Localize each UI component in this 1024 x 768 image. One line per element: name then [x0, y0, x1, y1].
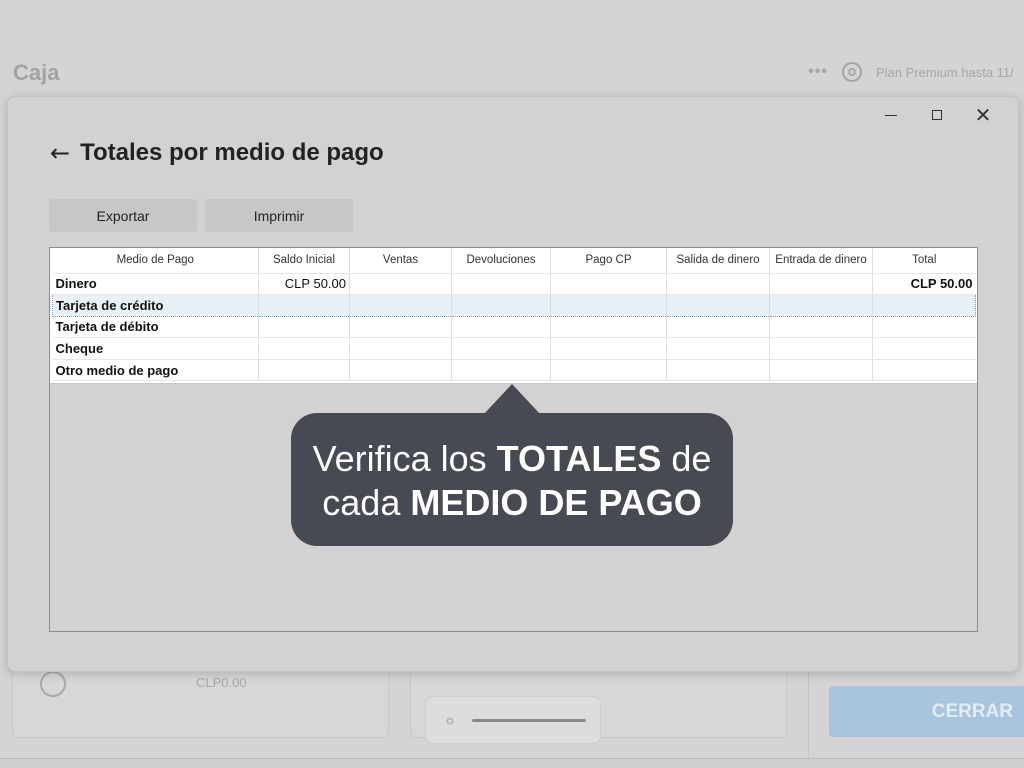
- maximize-button[interactable]: [914, 101, 960, 129]
- help-lifebuoy-icon[interactable]: [842, 62, 862, 82]
- cash-in-cell: [769, 359, 873, 382]
- callout-emphasis: MEDIO DE PAGO: [410, 482, 702, 523]
- cash-out-cell: [666, 337, 770, 360]
- cash-out-cell: [666, 359, 770, 382]
- slider-track[interactable]: [472, 719, 586, 722]
- table-row[interactable]: Tarjeta de débito: [52, 316, 976, 339]
- close-window-button[interactable]: ✕: [960, 101, 1006, 129]
- totals-table: Medio de Pago Saldo Inicial Ventas Devol…: [52, 248, 976, 382]
- sales-cell: [349, 359, 452, 382]
- card-amount: CLP0.00: [196, 675, 247, 690]
- maximize-icon: [932, 110, 942, 120]
- sales-cell: [349, 316, 452, 339]
- close-register-button[interactable]: CERRAR: [829, 686, 1024, 737]
- column-header[interactable]: Saldo Inicial: [258, 248, 350, 274]
- minimize-icon: [885, 114, 897, 116]
- cp-payment-cell: [550, 337, 667, 360]
- coin-icon: [40, 671, 66, 697]
- column-header[interactable]: Pago CP: [550, 248, 667, 274]
- more-options-icon[interactable]: •••: [808, 63, 828, 81]
- initial-balance-cell: CLP 50.00: [258, 273, 350, 296]
- cash-out-cell: [666, 273, 770, 296]
- cp-payment-cell: [550, 316, 667, 339]
- cash-out-cell: [666, 294, 770, 317]
- close-icon: ✕: [974, 103, 992, 127]
- dialog-header: ← Totales por medio de pago: [50, 139, 384, 167]
- cp-payment-cell: [550, 359, 667, 382]
- window-controls: ✕: [868, 101, 1006, 129]
- table-row[interactable]: Cheque: [52, 337, 976, 360]
- total-cell: [872, 316, 976, 339]
- column-header[interactable]: Medio de Pago: [52, 248, 259, 274]
- table-row[interactable]: Otro medio de pago: [52, 359, 976, 382]
- minimize-button[interactable]: [868, 101, 914, 129]
- totals-table-area: Medio de Pago Saldo Inicial Ventas Devol…: [50, 248, 977, 384]
- column-header[interactable]: Devoluciones: [451, 248, 551, 274]
- initial-balance-cell: [258, 337, 350, 360]
- cash-in-cell: [769, 316, 873, 339]
- top-right-bar: ••• Plan Premium hasta 11/: [808, 62, 1024, 82]
- table-header-row: Medio de Pago Saldo Inicial Ventas Devol…: [52, 248, 976, 274]
- sales-cell: [349, 337, 452, 360]
- tutorial-callout: Verifica los TOTALES de cada MEDIO DE PA…: [291, 413, 733, 546]
- column-header[interactable]: Salida de dinero: [666, 248, 770, 274]
- returns-cell: [451, 337, 551, 360]
- returns-cell: [451, 359, 551, 382]
- callout-line-1: Verifica los TOTALES de: [291, 437, 733, 481]
- page-title: Totales por medio de pago: [80, 139, 384, 166]
- cp-payment-cell: [550, 273, 667, 296]
- initial-balance-cell: [258, 316, 350, 339]
- payment-method-cell: Tarjeta de crédito: [52, 294, 259, 317]
- cash-in-cell: [769, 337, 873, 360]
- initial-balance-cell: [258, 359, 350, 382]
- cash-out-cell: [666, 316, 770, 339]
- payment-method-cell: Cheque: [52, 337, 259, 360]
- total-cell: [872, 359, 976, 382]
- total-cell: CLP 50.00: [872, 273, 976, 296]
- table-row[interactable]: Dinero CLP 50.00 CLP 50.00: [52, 273, 976, 296]
- returns-cell: [451, 273, 551, 296]
- back-arrow-icon[interactable]: ←: [50, 141, 70, 165]
- app-title: Caja: [13, 60, 60, 85]
- column-header[interactable]: Entrada de dinero: [769, 248, 873, 274]
- cash-in-cell: [769, 294, 873, 317]
- table-row[interactable]: Tarjeta de crédito: [52, 294, 976, 317]
- callout-line-2: cada MEDIO DE PAGO: [291, 481, 733, 525]
- payment-method-cell: Tarjeta de débito: [52, 316, 259, 339]
- cash-in-cell: [769, 273, 873, 296]
- callout-text: cada: [322, 482, 411, 523]
- payment-method-cell: Dinero: [52, 273, 259, 296]
- brightness-slider-bar[interactable]: ☼: [425, 696, 601, 744]
- export-button[interactable]: Exportar: [49, 199, 197, 232]
- initial-balance-cell: [258, 294, 350, 317]
- sales-cell: [349, 294, 452, 317]
- column-header[interactable]: Ventas: [349, 248, 452, 274]
- print-button[interactable]: Imprimir: [205, 199, 353, 232]
- payment-method-cell: Otro medio de pago: [52, 359, 259, 382]
- callout-pointer: [484, 384, 540, 414]
- cp-payment-cell: [550, 294, 667, 317]
- callout-emphasis: TOTALES: [496, 438, 662, 479]
- total-cell: [872, 294, 976, 317]
- callout-text: Verifica los: [312, 438, 497, 479]
- total-cell: [872, 337, 976, 360]
- returns-cell: [451, 294, 551, 317]
- callout-text: de: [661, 438, 712, 479]
- returns-cell: [451, 316, 551, 339]
- plan-status[interactable]: Plan Premium hasta 11/: [876, 65, 1024, 80]
- column-header[interactable]: Total: [872, 248, 976, 274]
- sales-cell: [349, 273, 452, 296]
- sun-icon: ☼: [444, 712, 456, 727]
- action-toolbar: Exportar Imprimir: [49, 199, 353, 232]
- taskbar-strip: [0, 758, 1024, 768]
